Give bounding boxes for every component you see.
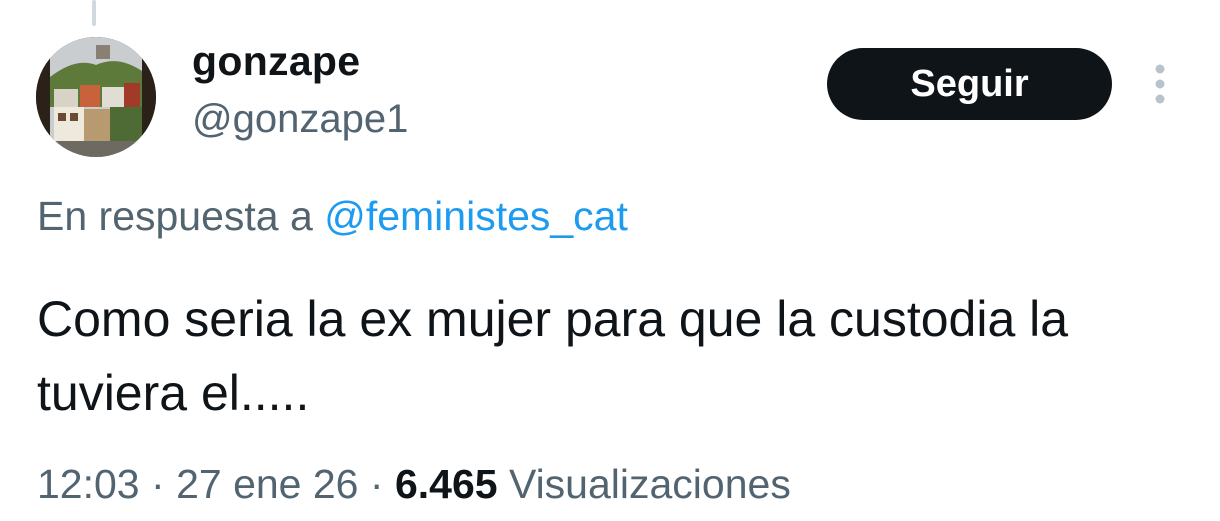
author-handle[interactable]: @gonzape1: [192, 97, 408, 142]
avatar[interactable]: [36, 37, 156, 157]
views-count[interactable]: 6.465: [395, 461, 498, 507]
meta-separator: ·: [151, 461, 165, 507]
author-display-name[interactable]: gonzape: [192, 38, 360, 85]
avatar-image: [36, 37, 156, 157]
tweet-text: Como seria la ex mujer para que la custo…: [37, 291, 1069, 421]
views-label: Visualizaciones: [508, 461, 791, 507]
meta-separator: ·: [369, 461, 384, 507]
tweet-meta: 12:03 · 27 ene 26 · 6.465 Visualizacione…: [37, 461, 791, 508]
follow-button-label: Seguir: [910, 62, 1029, 105]
reply-to-handle-link[interactable]: @feministes_cat: [324, 193, 628, 239]
tweet-time[interactable]: 12:03: [37, 461, 140, 507]
thread-connector-line: [92, 0, 96, 26]
reply-context: En respuesta a @feministes_cat: [37, 193, 628, 240]
tweet-date[interactable]: 27 ene 26: [176, 461, 358, 507]
follow-button[interactable]: Seguir: [827, 48, 1112, 120]
reply-prefix: En respuesta a: [37, 193, 313, 239]
more-vertical-icon[interactable]: [1144, 62, 1176, 106]
